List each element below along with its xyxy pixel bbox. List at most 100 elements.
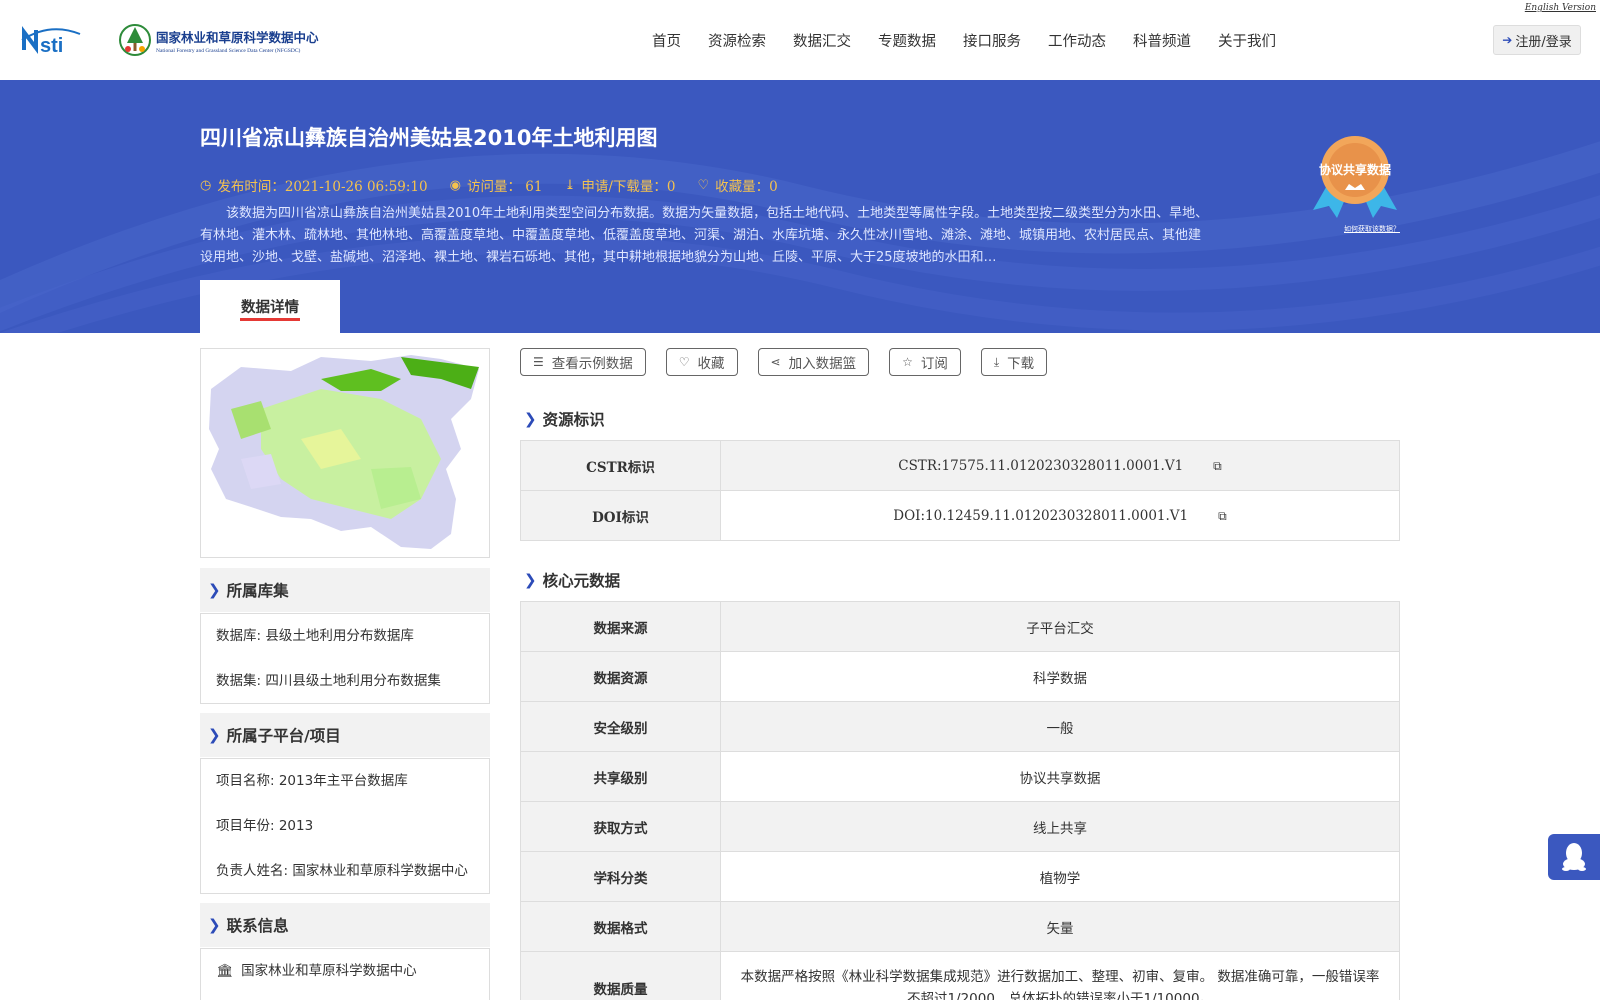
english-version-link[interactable]: English Version	[1525, 3, 1596, 13]
project-section-header: ❯ 所属子平台/项目	[200, 713, 490, 757]
project-owner: 负责人姓名: 国家林业和草原科学数据中心	[216, 863, 468, 879]
table-row: CSTR标识 CSTR:17575.11.0120230328011.0001.…	[520, 440, 1400, 491]
qq-icon	[1562, 843, 1586, 871]
nsti-logo[interactable]: sti	[20, 20, 100, 60]
add-to-basket-button[interactable]: ⋖ 加入数据篮	[757, 348, 870, 376]
favorite-count: ♡ 收藏量：0	[697, 175, 778, 196]
table-row: DOI标识 DOI:10.12459.11.0120230328011.0001…	[520, 490, 1400, 541]
nav-api-service[interactable]: 接口服务	[963, 30, 1021, 51]
add-to-basket-label: 加入数据篮	[788, 356, 857, 372]
contact-org: 🏛 国家林业和草原科学数据中心	[201, 949, 489, 994]
chevron-right-icon: ❯	[524, 571, 537, 589]
login-label: 注册/登录	[1515, 34, 1572, 50]
logo-title-en: National Forestry and Grassland Science …	[156, 47, 301, 54]
tab-data-detail[interactable]: 数据详情	[200, 280, 340, 333]
table-row: 获取方式 线上共享	[520, 801, 1400, 852]
favorite-label: 收藏	[697, 356, 725, 372]
library-dataset[interactable]: 数据集: 四川县级土地利用分布数据集	[201, 659, 489, 704]
meta-key: 获取方式	[520, 801, 721, 852]
chevron-right-icon: ❯	[208, 726, 221, 744]
action-bar: ☰ 查看示例数据 ♡ 收藏 ⋖ 加入数据篮 ☆ 订阅 ⤓ 下载	[520, 348, 1067, 376]
doi-key: DOI标识	[520, 490, 721, 541]
badge-text: 协议共享数据	[1319, 162, 1391, 177]
nav-work-news[interactable]: 工作动态	[1048, 30, 1106, 51]
nav-about-us[interactable]: 关于我们	[1218, 30, 1276, 51]
library-database[interactable]: 数据库: 县级土地利用分布数据库	[201, 614, 489, 659]
table-row: 数据质量 本数据严格按照《林业科学数据集成规范》进行数据加工、整理、初审、复审。 …	[520, 951, 1400, 1000]
contact-section-header: ❯ 联系信息	[200, 903, 490, 947]
table-row: 数据资源 科学数据	[520, 651, 1400, 702]
meta-key: 数据质量	[520, 951, 721, 1000]
star-icon: ☆	[902, 355, 913, 369]
view-count: ◉ 访问量： 61	[449, 175, 543, 196]
subscribe-button[interactable]: ☆ 订阅	[889, 348, 961, 376]
site-header: sti 国家林业和草原科学数据中心 National Forestry and …	[0, 0, 1600, 80]
nfgsdc-logo[interactable]: 国家林业和草原科学数据中心 National Forestry and Gras…	[118, 20, 319, 60]
meta-key: 数据资源	[520, 651, 721, 702]
chevron-right-icon: ❯	[208, 916, 221, 934]
table-row: 安全级别 一般	[520, 701, 1400, 752]
contact-org-text: 国家林业和草原科学数据中心	[241, 963, 417, 979]
login-button[interactable]: ➔ 注册/登录	[1493, 25, 1581, 55]
svg-text:sti: sti	[40, 35, 63, 57]
how-to-get-data-link[interactable]: 如何获取该数据？	[1344, 224, 1400, 234]
copy-icon[interactable]: ⧉	[1218, 509, 1227, 524]
copy-icon[interactable]: ⧉	[1213, 459, 1222, 474]
meta-value: 本数据严格按照《林业科学数据集成规范》进行数据加工、整理、初审、复审。 数据准确…	[720, 951, 1400, 1000]
subscribe-label: 订阅	[920, 356, 948, 372]
dataset-banner: 四川省凉山彝族自治州美姑县2010年土地利用图 ◷ 发布时间：2021-10-26…	[0, 80, 1600, 333]
meta-key: 学科分类	[520, 851, 721, 902]
download-button[interactable]: ⤓ 下载	[980, 348, 1048, 376]
favorite-count-text: 收藏量：0	[715, 179, 778, 195]
project-name: 项目名称: 2013年主平台数据库	[216, 773, 408, 789]
nav-thematic-data[interactable]: 专题数据	[878, 30, 936, 51]
download-icon: ⤓	[993, 354, 1000, 369]
meta-value: 矢量	[720, 901, 1400, 952]
nav-resource-search[interactable]: 资源检索	[708, 30, 766, 51]
library-section-header: ❯ 所属库集	[200, 568, 490, 612]
project-section-title: 所属子平台/项目	[226, 727, 341, 745]
database-icon: ☰	[533, 355, 544, 369]
nav-data-submission[interactable]: 数据汇交	[793, 30, 851, 51]
meta-value: 一般	[720, 701, 1400, 752]
publish-time-text: 发布时间：2021-10-26 06:59:10	[217, 179, 428, 195]
download-count: ⤓ 申请/下载量：0	[564, 175, 676, 196]
meta-key: 数据格式	[520, 901, 721, 952]
resource-id-table: CSTR标识 CSTR:17575.11.0120230328011.0001.…	[520, 440, 1400, 541]
main-nav: 首页 资源检索 数据汇交 专题数据 接口服务 工作动态 科普频道 关于我们	[652, 30, 1303, 51]
library-section: 数据库: 县级土地利用分布数据库 数据集: 四川县级土地利用分布数据集	[200, 613, 490, 704]
doi-value: DOI:10.12459.11.0120230328011.0001.V1 ⧉	[720, 490, 1400, 541]
heart-icon: ♡	[697, 177, 710, 193]
view-count-text: 访问量： 61	[466, 179, 543, 195]
library-section-title: 所属库集	[226, 582, 289, 600]
meta-value: 协议共享数据	[720, 751, 1400, 802]
resource-id-title: 资源标识	[542, 411, 605, 429]
cstr-value-text: CSTR:17575.11.0120230328011.0001.V1	[898, 457, 1184, 474]
dataset-thumbnail[interactable]	[200, 348, 490, 558]
view-sample-button[interactable]: ☰ 查看示例数据	[520, 348, 646, 376]
nav-home[interactable]: 首页	[652, 30, 681, 51]
nfgsdc-emblem-icon	[119, 24, 151, 56]
meta-key: 共享级别	[520, 751, 721, 802]
download-count-text: 申请/下载量：0	[581, 179, 676, 195]
dataset-description: 该数据为四川省凉山彝族自治州美姑县2010年土地利用类型空间分布数据。数据为矢量…	[200, 206, 1209, 265]
nav-science-channel[interactable]: 科普频道	[1133, 30, 1191, 51]
meta-value: 植物学	[720, 851, 1400, 902]
share-icon: ⋖	[770, 355, 781, 369]
core-meta-header: ❯ 核心元数据	[524, 569, 620, 591]
qq-contact-button[interactable]	[1548, 834, 1600, 880]
cstr-key: CSTR标识	[520, 440, 721, 491]
clock-icon: ◷	[200, 177, 212, 193]
core-meta-title: 核心元数据	[542, 572, 621, 590]
cstr-value: CSTR:17575.11.0120230328011.0001.V1 ⧉	[720, 440, 1400, 491]
contact-section-title: 联系信息	[226, 917, 289, 935]
dataset-meta: ◷ 发布时间：2021-10-26 06:59:10 ◉ 访问量： 61 ⤓ 申请/下…	[200, 175, 800, 196]
meta-value: 子平台汇交	[720, 601, 1400, 652]
download-icon: ⤓	[564, 177, 576, 193]
favorite-button[interactable]: ♡ 收藏	[665, 348, 738, 376]
eye-icon: ◉	[449, 177, 461, 193]
meta-value: 科学数据	[720, 651, 1400, 702]
download-label: 下载	[1007, 356, 1035, 372]
chevron-right-icon: ❯	[524, 410, 537, 428]
chevron-right-icon: ❯	[208, 581, 221, 599]
